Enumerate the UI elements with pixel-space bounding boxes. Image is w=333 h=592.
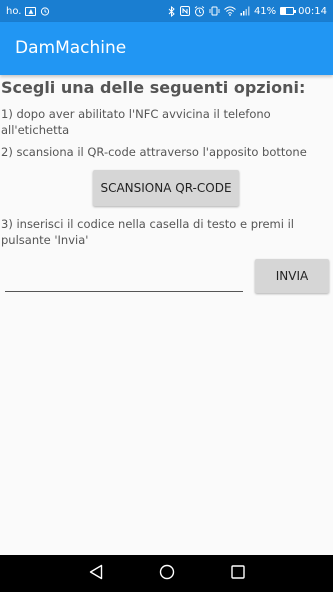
scan-qr-code-button[interactable]: SCANSIONA QR-CODE [93, 170, 239, 206]
clock: 00:14 [298, 5, 327, 17]
recents-button[interactable] [218, 555, 258, 592]
battery-percent: 41% [253, 5, 277, 17]
vibrate-icon [209, 5, 220, 17]
recents-icon [230, 564, 245, 583]
status-right: 41% 00:14 [168, 5, 327, 17]
alarm-icon [40, 5, 50, 17]
navigation-bar [0, 555, 333, 592]
back-button[interactable] [76, 555, 116, 592]
home-button[interactable] [147, 555, 187, 592]
back-icon [89, 564, 103, 584]
app-bar: DamMachine [0, 22, 333, 75]
code-input[interactable] [5, 264, 243, 292]
wifi-icon [224, 5, 236, 17]
send-button[interactable]: INVIA [255, 259, 329, 293]
instruction-step-3: 3) inserisci il codice nella casella di … [1, 217, 294, 247]
instruction-step-1: 1) dopo aver abilitato l'NFC avvicina il… [1, 107, 271, 137]
nfc-icon [179, 5, 190, 17]
image-icon: ▲ [25, 6, 37, 16]
battery-icon [280, 7, 297, 15]
status-left: ho. ▲ [6, 5, 50, 17]
instruction-step-2: 2) scansiona il QR-code attraverso l'app… [1, 145, 307, 159]
home-icon [159, 564, 175, 584]
app-title: DamMachine [15, 38, 127, 58]
status-bar: ho. ▲ 41% 00:14 [0, 0, 333, 22]
bluetooth-icon [168, 5, 176, 17]
signal-icon [240, 5, 250, 17]
alarm-icon [194, 5, 205, 17]
battery-fill [281, 8, 287, 14]
carrier-label: ho. [6, 5, 22, 17]
page-heading: Scegli una delle seguenti opzioni: [1, 78, 306, 97]
